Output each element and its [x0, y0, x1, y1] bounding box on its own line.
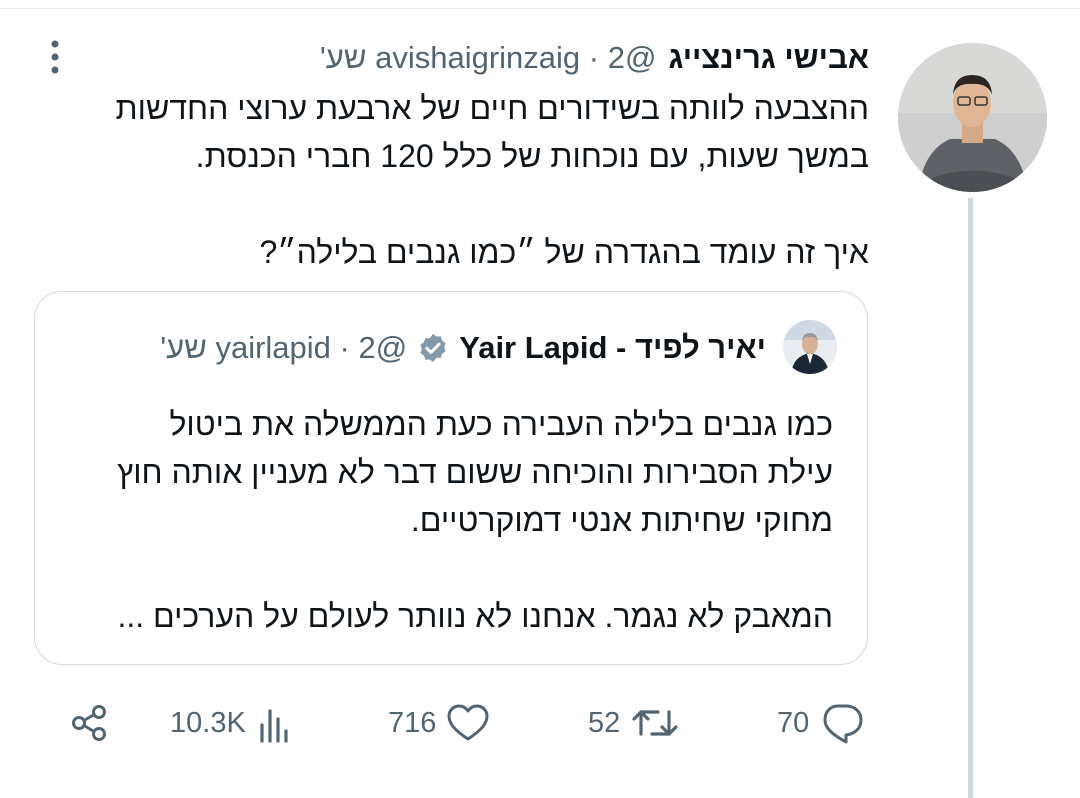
- quoted-text-line: מחוקי שחיתות אנטי דמוקרטיים.: [410, 502, 833, 538]
- retweet-count: 52: [588, 706, 621, 739]
- verified-badge-icon: [420, 334, 446, 362]
- like-icon: [447, 704, 489, 741]
- views-count: 10.3K: [170, 706, 246, 739]
- like-button[interactable]: 716: [388, 690, 490, 756]
- retweet-button[interactable]: 52: [588, 690, 680, 756]
- author-name[interactable]: אבישי גרינצייג: [668, 40, 869, 76]
- quoted-tweet-card[interactable]: יאיר לפיד - Yair Lapid @yairlapid · 2 שע…: [34, 291, 868, 665]
- views-button[interactable]: 10.3K: [170, 690, 296, 756]
- quoted-tweet-meta: @yairlapid · 2 שע': [160, 330, 407, 366]
- meta-separator: ·: [339, 330, 350, 365]
- retweet-icon: [632, 710, 678, 736]
- quoted-author-handle[interactable]: @yairlapid: [215, 330, 407, 365]
- quoted-author-name[interactable]: יאיר לפיד - Yair Lapid: [459, 330, 766, 366]
- author-avatar[interactable]: [898, 43, 1047, 192]
- quoted-text-line: כמו גנבים בלילה העבירה כעת הממשלה את ביט…: [169, 406, 833, 442]
- reply-button[interactable]: 70: [777, 690, 863, 756]
- quoted-tweet-header: יאיר לפיד - Yair Lapid @yairlapid · 2 שע…: [160, 326, 766, 370]
- reply-icon: [823, 704, 863, 744]
- quoted-author-avatar[interactable]: [783, 320, 837, 374]
- more-icon[interactable]: [45, 38, 65, 78]
- quoted-tweet-text: כמו גנבים בלילה העבירה כעת הממשלה את ביט…: [43, 400, 833, 640]
- top-divider: [0, 8, 1080, 9]
- quoted-text-line: המאבק לא נגמר. אנחנו לא נוותר לעולם על ה…: [117, 598, 833, 634]
- quoted-text-line: עילת הסבירות והוכיחה ששום דבר לא מעניין …: [117, 454, 833, 490]
- reply-count: 70: [777, 706, 810, 739]
- action-bar: 10.3K 716 52 70: [0, 690, 1080, 760]
- views-icon: [260, 709, 288, 743]
- tweet-meta: @avishaigrinzaig · 2 שע': [320, 40, 657, 76]
- tweet-text-line: ההצבעה לוותה בשידורים חיים של ארבעת ערוצ…: [115, 90, 869, 126]
- meta-separator: ·: [588, 40, 600, 75]
- like-count: 716: [388, 706, 437, 739]
- share-button[interactable]: [70, 690, 110, 756]
- share-icon: [72, 705, 106, 741]
- tweet-text: ההצבעה לוותה בשידורים חיים של ארבעת ערוצ…: [39, 84, 869, 276]
- tweet-text-line: איך זה עומד בהגדרה של ״כמו גנבים בלילה״?: [259, 234, 870, 270]
- tweet-header: אבישי גרינצייג @avishaigrinzaig · 2 שע': [320, 36, 869, 80]
- tweet-text-line: במשך שעות, עם נוכחות של כלל 120 חברי הכנ…: [195, 138, 869, 174]
